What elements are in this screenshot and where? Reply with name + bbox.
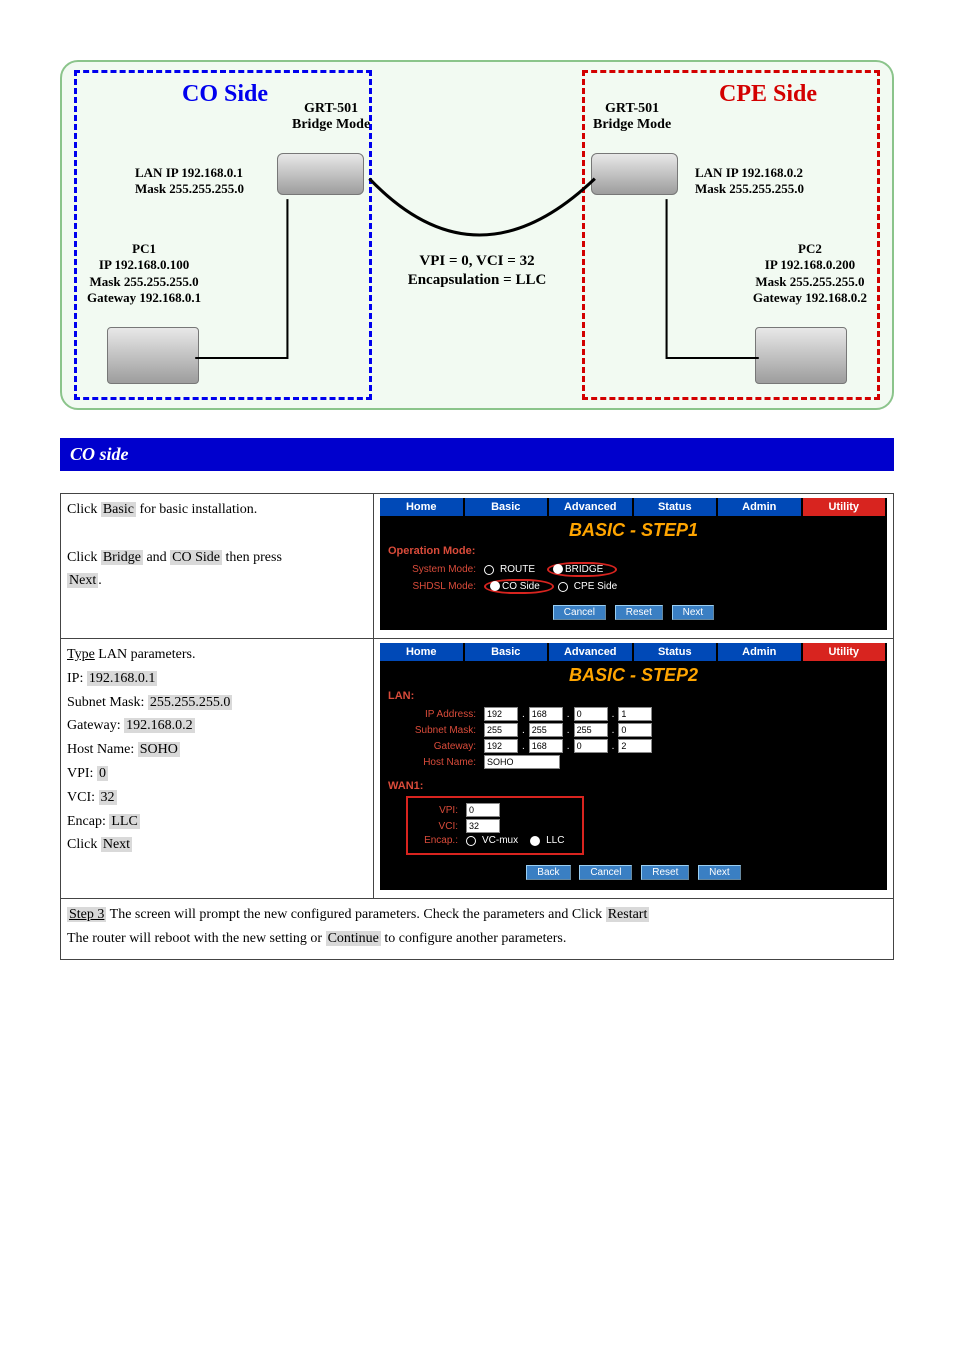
tab-home[interactable]: Home: [380, 498, 465, 516]
sm-octet-4[interactable]: 0: [618, 723, 652, 737]
tab-advanced[interactable]: Advanced: [549, 643, 634, 661]
step1-title: BASIC - STEP1: [380, 516, 887, 543]
reset-button[interactable]: Reset: [641, 865, 689, 880]
radio-cpeside[interactable]: [558, 582, 568, 592]
tab-status[interactable]: Status: [634, 498, 719, 516]
subnet-mask-line: Subnet Mask: 255. 255. 255. 0: [380, 722, 887, 738]
tab-admin[interactable]: Admin: [718, 643, 803, 661]
back-button[interactable]: Back: [526, 865, 570, 880]
gw-highlight: 192.168.0.2: [124, 718, 195, 733]
row3-cell: Step 3 The screen will prompt the new co…: [61, 899, 894, 960]
vpi-highlight: 0: [97, 766, 108, 781]
wan1-label: WAN1:: [380, 778, 887, 796]
radio-bridge[interactable]: [553, 564, 563, 574]
continue-highlight: Continue: [326, 931, 381, 946]
row2-left: Type LAN parameters. IP: 192.168.0.1 Sub…: [61, 639, 374, 899]
vpi-input[interactable]: 0: [466, 803, 500, 817]
instruction-table: Click Basic for basic installation. Clic…: [60, 493, 894, 960]
restart-highlight: Restart: [606, 907, 650, 922]
basic-highlight: Basic: [101, 502, 136, 517]
cancel-button[interactable]: Cancel: [579, 865, 632, 880]
shdsl-mode-line: SHDSL Mode: CO Side CPE Side: [380, 578, 887, 595]
sm-highlight: 255.255.255.0: [148, 695, 233, 710]
tab-advanced[interactable]: Advanced: [549, 498, 634, 516]
ip-highlight: 192.168.0.1: [87, 671, 158, 686]
tab-utility[interactable]: Utility: [803, 498, 888, 516]
bridge-circled: BRIDGE: [547, 562, 617, 577]
step1-button-row: Cancel Reset Next: [380, 595, 887, 620]
coside-circled: CO Side: [484, 579, 554, 594]
gw-octet-1[interactable]: 192: [484, 739, 518, 753]
hostname-input[interactable]: SOHO: [484, 755, 560, 769]
vci-highlight: 32: [99, 790, 117, 805]
sm-octet-3[interactable]: 255: [574, 723, 608, 737]
step2-button-row: Back Cancel Reset Next: [380, 855, 887, 880]
radio-coside[interactable]: [490, 581, 500, 591]
tab-basic[interactable]: Basic: [465, 643, 550, 661]
bridge-highlight: Bridge: [101, 550, 143, 565]
tab-home[interactable]: Home: [380, 643, 465, 661]
step3-underline: Step 3: [67, 907, 106, 922]
hostname-line: Host Name: SOHO: [380, 754, 887, 770]
coside-highlight: CO Side: [170, 550, 222, 565]
gw-octet-3[interactable]: 0: [574, 739, 608, 753]
ip-octet-1[interactable]: 192: [484, 707, 518, 721]
encap-highlight: LLC: [109, 814, 139, 829]
step2-title: BASIC - STEP2: [380, 661, 887, 688]
table-row: Step 3 The screen will prompt the new co…: [61, 899, 894, 960]
topology-diagram: CO Side GRT-501 Bridge Mode LAN IP 192.1…: [60, 60, 894, 410]
sm-octet-2[interactable]: 255: [529, 723, 563, 737]
row1-left: Click Basic for basic installation. Clic…: [61, 494, 374, 639]
system-mode-line: System Mode: ROUTE BRIDGE: [380, 561, 887, 578]
next-button[interactable]: Next: [698, 865, 741, 880]
cable-lines: [62, 62, 892, 408]
tab-status[interactable]: Status: [634, 643, 719, 661]
radio-llc[interactable]: [530, 836, 540, 846]
tab-basic[interactable]: Basic: [465, 498, 550, 516]
section-header-co-side: CO side: [60, 438, 894, 471]
gw-octet-4[interactable]: 2: [618, 739, 652, 753]
gateway-line: Gateway: 192. 168. 0. 2: [380, 738, 887, 754]
reset-button[interactable]: Reset: [615, 605, 663, 620]
tab-bar: Home Basic Advanced Status Admin Utility: [380, 498, 887, 516]
radio-vcmux[interactable]: [466, 836, 476, 846]
vci-input[interactable]: 32: [466, 819, 500, 833]
operation-mode-label: Operation Mode:: [380, 543, 887, 561]
next-highlight: Next: [67, 573, 98, 588]
tab-utility[interactable]: Utility: [803, 643, 888, 661]
hn-highlight: SOHO: [138, 742, 180, 757]
row2-right: Home Basic Advanced Status Admin Utility…: [374, 639, 894, 899]
step2-screenshot: Home Basic Advanced Status Admin Utility…: [380, 643, 887, 890]
lan-label: LAN:: [380, 688, 887, 706]
ip-octet-3[interactable]: 0: [574, 707, 608, 721]
sm-octet-1[interactable]: 255: [484, 723, 518, 737]
step1-screenshot: Home Basic Advanced Status Admin Utility…: [380, 498, 887, 630]
table-row: Click Basic for basic installation. Clic…: [61, 494, 894, 639]
cancel-button[interactable]: Cancel: [553, 605, 606, 620]
next-button[interactable]: Next: [672, 605, 715, 620]
row1-right: Home Basic Advanced Status Admin Utility…: [374, 494, 894, 639]
table-row: Type LAN parameters. IP: 192.168.0.1 Sub…: [61, 639, 894, 899]
gw-octet-2[interactable]: 168: [529, 739, 563, 753]
next2-highlight: Next: [101, 837, 132, 852]
ip-octet-2[interactable]: 168: [529, 707, 563, 721]
ip-address-line: IP Address: 192. 168. 0. 1: [380, 706, 887, 722]
wan1-circled-block: VPI:0 VCI:32 Encap.: VC-mux LLC: [406, 796, 584, 855]
tab-admin[interactable]: Admin: [718, 498, 803, 516]
radio-route[interactable]: [484, 565, 494, 575]
tab-bar: Home Basic Advanced Status Admin Utility: [380, 643, 887, 661]
ip-octet-4[interactable]: 1: [618, 707, 652, 721]
